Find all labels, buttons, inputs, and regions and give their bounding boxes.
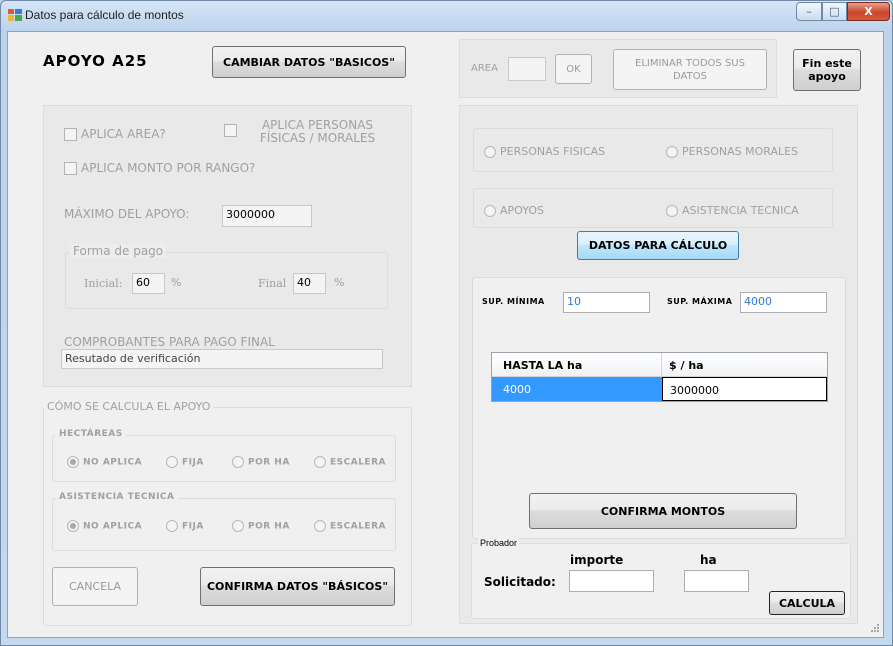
window-title: Datos para cálculo de montos (25, 8, 184, 22)
radio-label: NO APLICA (83, 521, 143, 532)
calcula-button[interactable]: CALCULA (769, 591, 845, 615)
area-label: AREA (471, 63, 498, 74)
sup-maxima-label: SUP. MÁXIMA (667, 297, 733, 306)
hect-escalera-radio[interactable]: ESCALERA (314, 456, 386, 468)
maximize-icon: □ (829, 5, 840, 18)
asist-escalera-radio[interactable]: ESCALERA (314, 520, 386, 532)
radio-icon (666, 205, 678, 217)
title-bar[interactable]: Datos para cálculo de montos – □ X (1, 1, 892, 31)
radio-icon (232, 456, 244, 468)
radio-label: NO APLICA (83, 457, 143, 468)
confirma-montos-button[interactable]: CONFIRMA MONTOS (529, 493, 797, 529)
hect-por-ha-radio[interactable]: POR HA (232, 456, 290, 468)
final-percent: % (334, 276, 345, 289)
hectareas-legend: HECTÁREAS (56, 429, 126, 439)
datos-calculo-button[interactable]: DATOS PARA CÁLCULO (577, 231, 739, 260)
importe-input[interactable] (569, 570, 654, 592)
ha-label: ha (700, 553, 717, 567)
table-row[interactable]: 4000 3000000 (492, 377, 827, 401)
asistencia-tecnica-radio[interactable]: ASISTENCIA TECNICA (666, 204, 799, 217)
radio-icon (484, 205, 496, 217)
radio-icon (166, 520, 178, 532)
sup-minima-label: SUP. MÍNIMA (482, 297, 545, 306)
inicial-percent: % (171, 276, 182, 289)
radio-label: ESCALERA (330, 457, 386, 468)
asist-no-aplica-radio[interactable]: NO APLICA (67, 520, 142, 532)
asist-por-ha-radio[interactable]: POR HA (232, 520, 290, 532)
cancela-button[interactable]: CANCELA (52, 567, 138, 606)
forma-pago-legend: Forma de pago (70, 244, 167, 258)
comprobantes-input[interactable]: Resutado de verificación (61, 349, 383, 369)
grid-cell-precio[interactable]: 3000000 (662, 377, 827, 401)
aplica-monto-rango-checkbox[interactable]: APLICA MONTO POR RANGO? (64, 161, 255, 175)
importe-label: importe (570, 553, 624, 567)
sup-maxima-input[interactable]: 4000 (740, 292, 827, 313)
asist-fija-radio[interactable]: FIJA (166, 520, 204, 532)
grid-cell-hasta[interactable]: 4000 (492, 377, 662, 401)
inicial-input[interactable]: 60 (132, 273, 165, 294)
fin-apoyo-button[interactable]: Fin este apoyo (793, 49, 861, 91)
radio-icon (484, 146, 496, 158)
radio-label: APOYOS (500, 204, 544, 217)
hect-fija-radio[interactable]: FIJA (166, 456, 204, 468)
radio-label: PERSONAS FISICAS (500, 145, 606, 158)
aplica-area-checkbox[interactable]: APLICA AREA? (64, 127, 166, 141)
radio-icon (314, 456, 326, 468)
apoyo-label: APOYO A25 (43, 52, 148, 70)
minimize-icon: – (806, 5, 812, 18)
close-button[interactable]: X (847, 2, 890, 21)
checkbox-icon (64, 128, 77, 141)
personas-morales-radio[interactable]: PERSONAS MORALES (666, 145, 798, 158)
maximize-button[interactable]: □ (822, 2, 847, 21)
final-label: Final (258, 277, 287, 290)
aplica-personas-label: APLICA PERSONAS FÍSICAS / MORALES (259, 118, 376, 145)
radio-icon (67, 456, 79, 468)
aplica-monto-rango-label: APLICA MONTO POR RANGO? (81, 161, 256, 175)
maximo-input[interactable]: 3000000 (222, 205, 312, 227)
checkbox-icon (224, 124, 237, 137)
radio-icon (314, 520, 326, 532)
radio-icon (232, 520, 244, 532)
ok-button[interactable]: OK (555, 54, 592, 84)
apoyos-radio[interactable]: APOYOS (484, 204, 544, 217)
eliminar-datos-button[interactable]: ELIMINAR TODOS SUS DATOS (613, 49, 767, 90)
app-icon (8, 9, 22, 21)
calculo-legend: CÓMO SE CALCULA EL APOYO (44, 400, 214, 413)
confirma-datos-button[interactable]: CONFIRMA DATOS "BÁSICOS" (200, 567, 395, 606)
montos-grid[interactable]: HASTA LA ha $ / ha 4000 3000000 (491, 352, 828, 402)
cambiar-datos-button[interactable]: CAMBIAR DATOS "BASICOS" (212, 46, 406, 78)
sup-minima-input[interactable]: 10 (563, 292, 650, 313)
radio-label: PERSONAS MORALES (682, 145, 799, 158)
final-input[interactable]: 40 (293, 273, 326, 294)
hect-no-aplica-radio[interactable]: NO APLICA (67, 456, 142, 468)
radio-label: POR HA (248, 521, 290, 532)
solicitado-label: Solicitado: (484, 575, 556, 589)
radio-label: ESCALERA (330, 521, 386, 532)
probador-legend: Probador (478, 538, 520, 548)
radio-label: FIJA (182, 457, 204, 468)
radio-label: FIJA (182, 521, 204, 532)
aplica-area-label: APLICA AREA? (81, 127, 166, 141)
minimize-button[interactable]: – (796, 2, 822, 21)
inicial-label: Inicial: (84, 277, 123, 290)
grid-header-precio[interactable]: $ / ha (662, 353, 827, 377)
radio-label: ASISTENCIA TECNICA (682, 204, 799, 217)
radio-icon (67, 520, 79, 532)
radio-icon (166, 456, 178, 468)
ha-input[interactable] (684, 570, 749, 592)
comprobantes-label: COMPROBANTES PARA PAGO FINAL (64, 335, 275, 349)
close-icon: X (864, 5, 873, 18)
aplica-personas-checkbox[interactable]: APLICA PERSONAS FÍSICAS / MORALES (224, 119, 394, 145)
resize-grip-icon[interactable] (868, 623, 880, 635)
radio-icon (666, 146, 678, 158)
area-input[interactable] (508, 57, 546, 81)
asistencia-legend: ASISTENCIA TECNICA (56, 492, 178, 502)
grid-header-hasta[interactable]: HASTA LA ha (492, 353, 662, 377)
maximo-label: MÁXIMO DEL APOYO: (64, 207, 190, 221)
radio-label: POR HA (248, 457, 290, 468)
personas-fisicas-radio[interactable]: PERSONAS FISICAS (484, 145, 605, 158)
grid-header-row: HASTA LA ha $ / ha (492, 353, 827, 377)
checkbox-icon (64, 162, 77, 175)
